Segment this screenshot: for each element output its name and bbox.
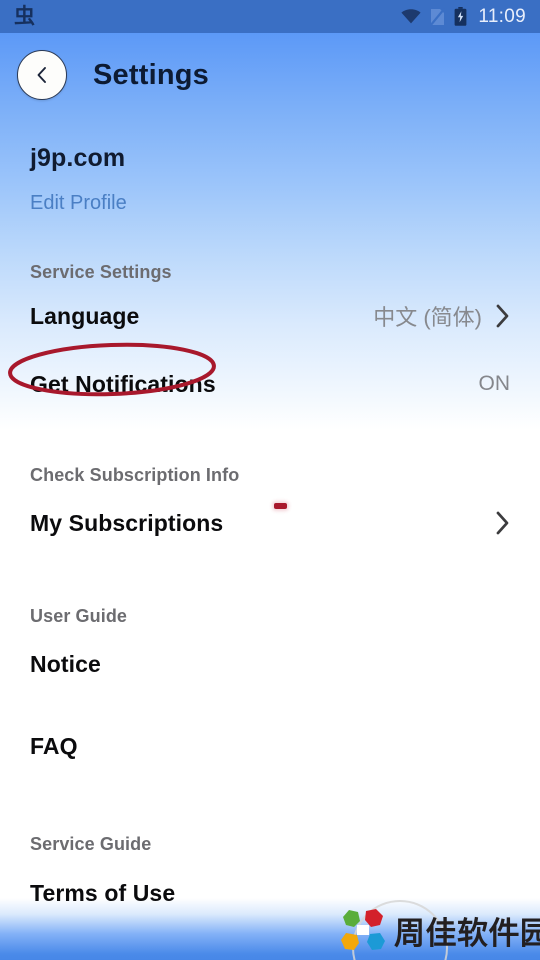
row-label-faq: FAQ — [30, 732, 78, 759]
settings-row-notice[interactable]: Notice — [30, 641, 510, 687]
row-value-get-notifications: ON — [478, 372, 511, 395]
wifi-icon — [401, 9, 421, 24]
sim-card-off-icon — [430, 7, 446, 26]
section-check-subscription-info: Check Subscription Info My Subscriptions — [0, 465, 540, 546]
row-label-my-subscriptions: My Subscriptions — [30, 509, 224, 536]
profile-block: j9p.com Edit Profile — [0, 117, 540, 215]
settings-row-my-subscriptions[interactable]: My Subscriptions — [30, 500, 510, 546]
section-header-service-guide: Service Guide — [30, 834, 152, 854]
settings-row-language[interactable]: Language 中文 (简体) — [30, 293, 510, 339]
status-bar-clock: 11:09 — [478, 5, 526, 27]
row-right-language: 中文 (简体) — [373, 300, 510, 332]
settings-screen: 虫 11:09 Settings j9p.com Edit Profile Se… — [0, 0, 540, 960]
section-user-guide: User Guide Notice FAQ — [0, 606, 540, 769]
row-right-get-notifications: ON — [479, 372, 511, 396]
section-header-service-settings: Service Settings — [30, 262, 172, 282]
settings-row-terms-of-use[interactable]: Terms of Use — [30, 870, 510, 916]
status-bar: 虫 11:09 — [0, 0, 540, 33]
page-title: Settings — [93, 58, 209, 91]
app-bar: Settings — [0, 33, 540, 117]
settings-row-faq[interactable]: FAQ — [30, 723, 510, 769]
row-label-terms-of-use: Terms of Use — [30, 879, 176, 906]
status-bar-right: 11:09 — [401, 6, 526, 28]
section-header-user-guide: User Guide — [30, 606, 128, 626]
section-service-settings: Service Settings Language 中文 (简体) Get No… — [0, 262, 540, 407]
settings-content: j9p.com Edit Profile Service Settings La… — [0, 117, 540, 916]
settings-row-get-notifications[interactable]: Get Notifications ON — [30, 361, 510, 407]
row-label-language: Language — [30, 302, 140, 329]
profile-name: j9p.com — [30, 144, 126, 172]
chevron-right-icon — [496, 511, 509, 535]
edit-profile-link[interactable]: Edit Profile — [30, 192, 127, 215]
status-bar-left: 虫 — [14, 5, 35, 28]
row-label-notice: Notice — [30, 650, 101, 677]
section-header-check-subscription-info: Check Subscription Info — [30, 465, 240, 485]
row-value-language: 中文 (简体) — [373, 305, 482, 330]
row-right-my-subscriptions — [495, 511, 510, 535]
notification-glyph-icon: 虫 — [14, 5, 35, 28]
chevron-right-icon — [496, 304, 509, 328]
row-label-get-notifications: Get Notifications — [30, 370, 216, 397]
back-button[interactable] — [17, 50, 67, 100]
battery-charging-icon — [454, 7, 467, 26]
chevron-left-icon — [37, 67, 46, 83]
section-service-guide: Service Guide Terms of Use — [0, 834, 540, 916]
